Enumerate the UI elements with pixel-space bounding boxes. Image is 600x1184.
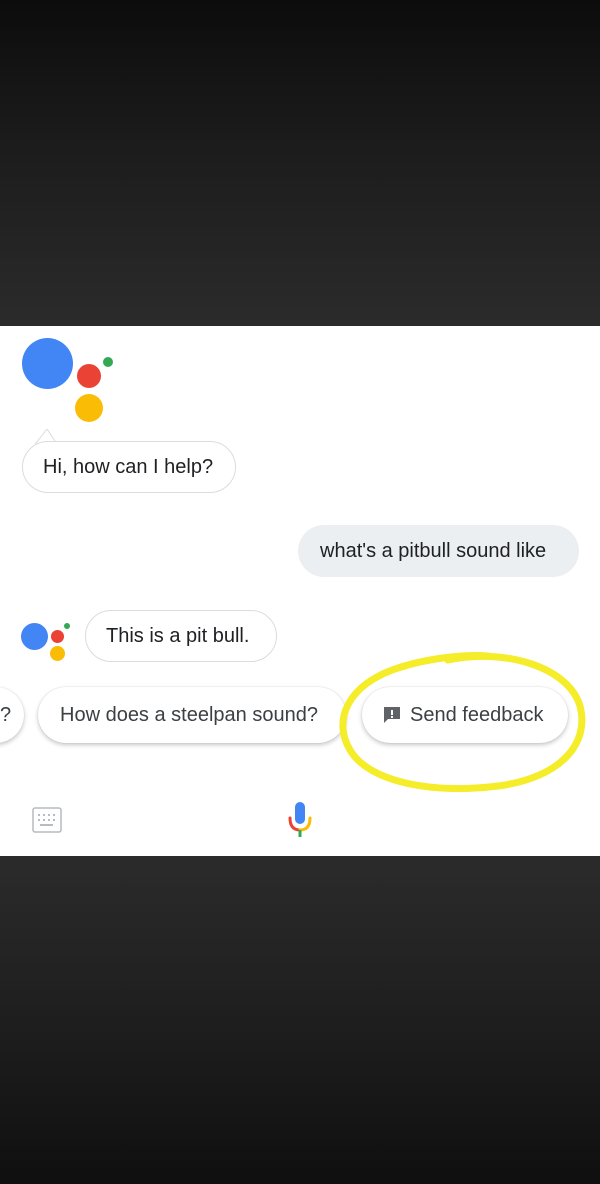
assistant-logo (0, 326, 130, 436)
assistant-answer-bubble: This is a pit bull. (85, 610, 277, 662)
logo-red-dot (77, 364, 101, 388)
logo-green-dot (103, 357, 113, 367)
bottom-dark-band (0, 856, 600, 1184)
feedback-icon (384, 707, 400, 723)
small-logo-yellow-dot (50, 646, 65, 661)
suggestion-chip-partial[interactable]: ? (0, 687, 24, 743)
logo-yellow-dot (75, 394, 103, 422)
user-query-bubble: what's a pitbull sound like (298, 525, 579, 577)
user-query-text: what's a pitbull sound like (320, 539, 547, 562)
small-logo-blue-dot (21, 623, 48, 650)
suggestion-chip-steelpan[interactable]: How does a steelpan sound? (38, 687, 346, 743)
assistant-panel: Hi, how can I help? what's a pitbull sou… (0, 326, 600, 856)
assistant-answer-text: This is a pit bull. (106, 624, 250, 647)
suggestion-chip-steelpan-label: How does a steelpan sound? (60, 703, 318, 726)
top-dark-band (0, 0, 600, 326)
greeting-bubble: Hi, how can I help? (22, 441, 236, 493)
small-logo-red-dot (51, 630, 64, 643)
suggestion-chip-partial-label: ? (0, 703, 12, 726)
small-logo-green-dot (64, 623, 70, 629)
send-feedback-label: Send feedback (410, 703, 544, 726)
mic-icon[interactable] (286, 800, 314, 840)
greeting-text: Hi, how can I help? (43, 455, 214, 478)
send-feedback-chip[interactable]: Send feedback (362, 687, 568, 743)
keyboard-icon[interactable] (32, 807, 62, 833)
logo-blue-dot (22, 338, 73, 389)
assistant-small-logo (0, 606, 80, 666)
